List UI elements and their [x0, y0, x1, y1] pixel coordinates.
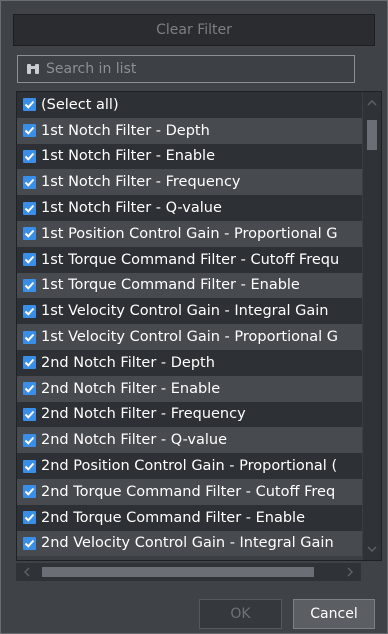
checkbox[interactable]	[23, 511, 36, 525]
clear-filter-button[interactable]: Clear Filter	[13, 14, 375, 46]
list-item[interactable]: 2nd Notch Filter - Frequency	[17, 401, 362, 428]
list-item-label: 1st Velocity Control Gain - Proportional…	[41, 329, 338, 346]
checkbox[interactable]	[23, 149, 36, 163]
filter-list: (Select all) 1st Notch Filter - Depth 1st …	[16, 91, 382, 561]
checkbox[interactable]	[23, 330, 36, 344]
checkbox[interactable]	[23, 253, 36, 267]
checkmark-icon	[24, 513, 35, 522]
scroll-up-arrow-icon[interactable]	[363, 94, 381, 112]
list-item[interactable]: 1st Notch Filter - Depth	[17, 117, 362, 144]
checkmark-icon	[24, 539, 35, 548]
list-item[interactable]: 1st Notch Filter - Q-value	[17, 195, 362, 221]
list-item-label: 1st Notch Filter - Depth	[41, 122, 210, 139]
list-item-label: 2nd Notch Filter - Q-value	[41, 432, 228, 449]
checkbox[interactable]	[23, 124, 36, 138]
list-item-label: 2nd Torque Command Filter - Enable	[41, 509, 306, 526]
horizontal-scroll-thumb[interactable]	[42, 567, 314, 577]
checkmark-icon	[24, 462, 35, 471]
search-input[interactable]: Search in list	[17, 55, 355, 83]
list-item[interactable]: 2nd Notch Filter - Enable	[17, 375, 362, 402]
cancel-button[interactable]: Cancel	[293, 599, 375, 629]
checkbox[interactable]	[23, 459, 36, 473]
list-item-label: 1st Torque Command Filter - Enable	[41, 277, 300, 294]
checkbox[interactable]	[23, 356, 36, 370]
checkmark-icon	[24, 101, 35, 110]
list-item-label: 1st Notch Filter - Enable	[41, 148, 215, 165]
search-placeholder: Search in list	[46, 61, 137, 77]
checkmark-icon	[24, 178, 35, 187]
checkmark-icon	[24, 333, 35, 342]
list-item[interactable]: 1st Velocity Control Gain - Integral Gai…	[17, 298, 362, 325]
checkmark-icon	[24, 230, 35, 239]
list-item[interactable]: 1st Torque Command Filter - Enable	[17, 272, 362, 299]
vertical-scroll-thumb[interactable]	[367, 120, 377, 150]
vertical-scrollbar[interactable]	[363, 92, 381, 560]
checkmark-icon	[24, 204, 35, 213]
list-item[interactable]: 1st Notch Filter - Enable	[17, 143, 362, 170]
list-item-label: 2nd Torque Command Filter - Cutoff Freq	[41, 483, 336, 500]
scroll-down-arrow-icon[interactable]	[363, 540, 381, 558]
list-item[interactable]: 2nd Notch Filter - Q-value	[17, 427, 362, 454]
list-item-label: 1st Notch Filter - Q-value	[41, 200, 222, 217]
scroll-left-arrow-icon[interactable]	[18, 563, 36, 581]
list-item-label: (Select all)	[41, 96, 119, 113]
list-item-label: 1st Velocity Control Gain - Integral Gai…	[41, 303, 329, 320]
list-item[interactable]: 2nd Torque Command Filter - Cutoff Freq	[17, 478, 362, 505]
checkmark-icon	[24, 256, 35, 264]
checkbox[interactable]	[23, 485, 36, 499]
checkmark-icon	[24, 436, 35, 445]
list-rows: (Select all) 1st Notch Filter - Depth 1st …	[17, 92, 362, 557]
checkbox[interactable]	[23, 175, 36, 189]
list-item[interactable]: 1st Torque Command Filter - Cutoff Frequ	[17, 246, 362, 273]
select-all-item[interactable]: (Select all)	[17, 92, 362, 118]
list-item[interactable]: 2nd Position Control Gain - Proportional…	[17, 453, 362, 479]
list-item-label: 1st Torque Command Filter - Cutoff Frequ	[41, 251, 340, 268]
list-item-label: 1st Position Control Gain - Proportional…	[41, 225, 338, 242]
checkmark-icon	[24, 384, 35, 393]
checkbox[interactable]	[23, 382, 36, 396]
checkmark-icon	[24, 127, 35, 135]
checkmark-icon	[24, 281, 35, 290]
checkbox[interactable]	[23, 98, 36, 112]
list-item-label: 2nd Position Control Gain - Proportional…	[41, 458, 338, 475]
checkbox[interactable]	[23, 536, 36, 550]
checkbox[interactable]	[23, 201, 36, 215]
checkmark-icon	[24, 152, 35, 161]
checkbox[interactable]	[23, 433, 36, 447]
scrollbar-corner	[361, 563, 382, 581]
list-item-label: 2nd Notch Filter - Depth	[41, 354, 215, 371]
list-item-label: 2nd Velocity Control Gain - Integral Gai…	[41, 535, 334, 552]
checkmark-icon	[24, 307, 35, 316]
list-item-label: 1st Notch Filter - Frequency	[41, 174, 241, 191]
checkmark-icon	[24, 359, 35, 368]
list-item[interactable]: 1st Position Control Gain - Proportional…	[17, 220, 362, 247]
list-item[interactable]: 1st Notch Filter - Frequency	[17, 169, 362, 196]
list-item[interactable]: 2nd Torque Command Filter - Enable	[17, 504, 362, 531]
checkbox[interactable]	[23, 304, 36, 318]
filter-dialog: Clear Filter Search in list (Select all)…	[0, 0, 388, 634]
checkmark-icon	[24, 488, 35, 497]
list-item[interactable]: 2nd Velocity Control Gain - Integral Gai…	[17, 530, 362, 557]
checkbox[interactable]	[23, 407, 36, 421]
list-item[interactable]: 2nd Notch Filter - Depth	[17, 349, 362, 376]
binoculars-icon	[26, 62, 40, 76]
list-item-label: 2nd Notch Filter - Frequency	[41, 406, 246, 423]
horizontal-scrollbar[interactable]	[16, 563, 361, 581]
checkbox[interactable]	[23, 278, 36, 292]
list-item[interactable]: 1st Velocity Control Gain - Proportional…	[17, 324, 362, 350]
scroll-right-arrow-icon[interactable]	[341, 563, 359, 581]
ok-button[interactable]: OK	[199, 599, 282, 629]
checkmark-icon	[24, 410, 35, 419]
checkbox[interactable]	[23, 227, 36, 241]
list-item-label: 2nd Notch Filter - Enable	[41, 380, 221, 397]
